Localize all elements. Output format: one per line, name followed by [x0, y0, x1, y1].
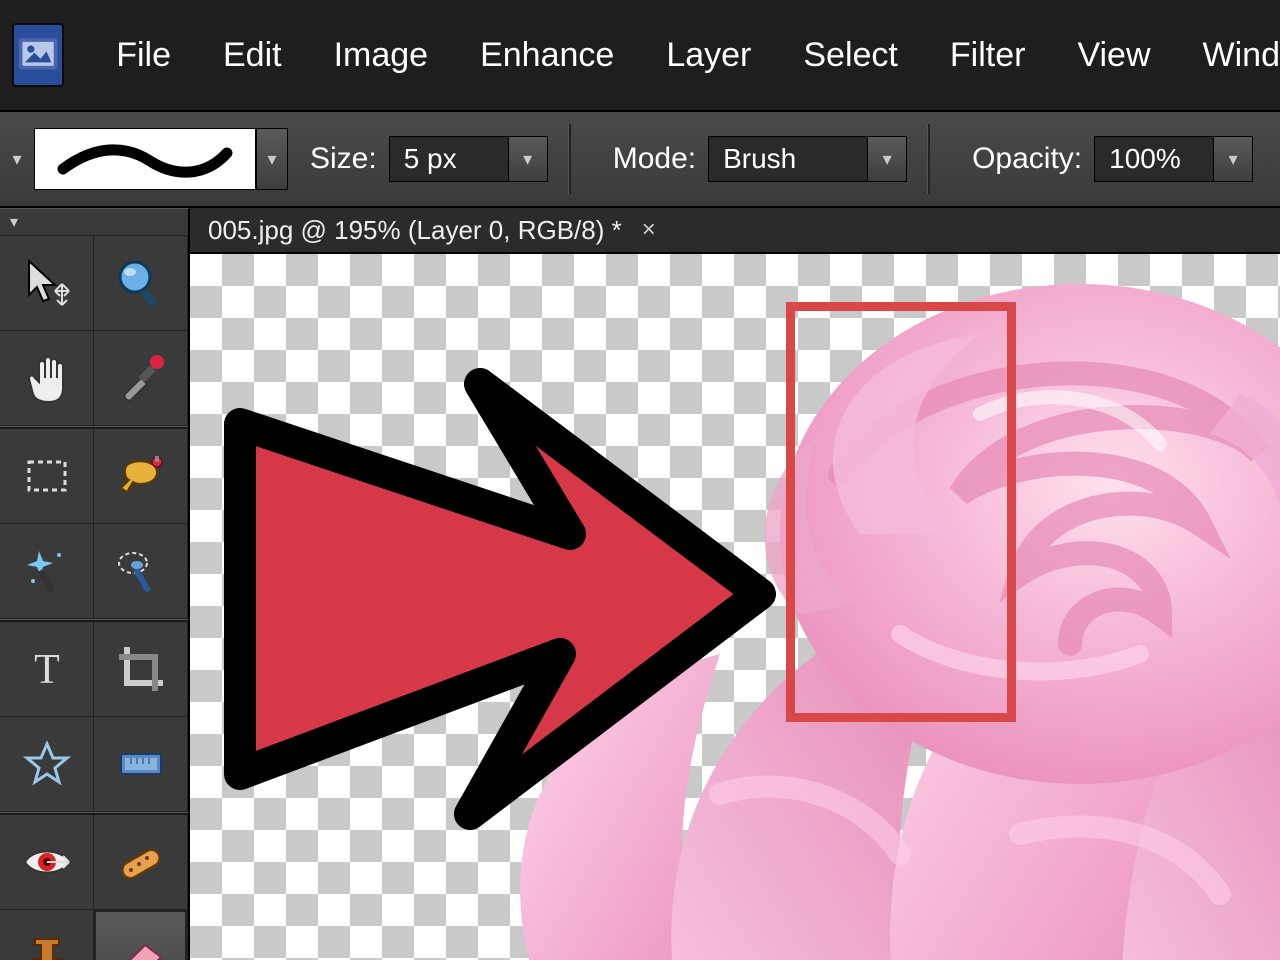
mode-select[interactable]: Brush [708, 136, 868, 182]
svg-text:T: T [34, 647, 60, 693]
quick-selection-tool[interactable] [94, 524, 188, 619]
move-tool[interactable] [0, 236, 94, 331]
annotation-arrow-icon [190, 304, 790, 864]
straighten-tool-icon [113, 736, 169, 792]
divider [927, 124, 930, 194]
marquee-tool[interactable] [0, 429, 94, 524]
size-label: Size: [310, 142, 377, 176]
document-tab[interactable]: 005.jpg @ 195% (Layer 0, RGB/8) * × [190, 208, 680, 252]
size-input[interactable]: 5 px [389, 136, 509, 182]
work-area: ▾ [0, 208, 1280, 960]
opacity-label: Opacity: [972, 142, 1082, 176]
lasso-tool[interactable] [94, 429, 188, 524]
mode-dropdown-icon[interactable]: ▾ [868, 136, 907, 182]
clone-stamp-tool[interactable] [0, 910, 94, 960]
mode-label: Mode: [613, 142, 696, 176]
menu-file[interactable]: File [116, 36, 171, 75]
eraser-tool[interactable] [94, 910, 188, 960]
eraser-tool-icon [113, 929, 169, 960]
type-tool[interactable]: T [0, 622, 94, 717]
zoom-tool[interactable] [94, 236, 188, 331]
menu-enhance[interactable]: Enhance [480, 36, 614, 75]
clone-stamp-tool-icon [19, 929, 75, 960]
menu-filter[interactable]: Filter [950, 36, 1026, 75]
healing-brush-tool-icon [113, 834, 169, 890]
size-dropdown-icon[interactable]: ▾ [509, 136, 548, 182]
hand-tool-icon [19, 350, 75, 406]
hand-tool[interactable] [0, 331, 94, 426]
tool-palette: ▾ [0, 208, 190, 960]
brush-preview[interactable] [34, 128, 256, 190]
close-icon[interactable]: × [636, 216, 662, 244]
document-tab-title: 005.jpg @ 195% (Layer 0, RGB/8) * [208, 215, 622, 246]
lasso-tool-icon [113, 448, 169, 504]
brush-preset-dropdown-icon[interactable]: ▾ [256, 128, 288, 190]
document-tab-bar: 005.jpg @ 195% (Layer 0, RGB/8) * × [190, 208, 1280, 254]
healing-brush-tool[interactable] [94, 815, 188, 910]
tool-preset-dropdown-icon[interactable]: ▾ [6, 149, 28, 170]
opacity-dropdown-icon[interactable]: ▾ [1214, 136, 1253, 182]
menu-window[interactable]: Wind [1203, 36, 1280, 75]
magic-wand-tool-icon [19, 543, 75, 599]
eyedropper-tool[interactable] [94, 331, 188, 426]
document-area: 005.jpg @ 195% (Layer 0, RGB/8) * × [190, 208, 1280, 960]
redeye-tool-icon [19, 834, 75, 890]
move-tool-icon [19, 255, 75, 311]
red-eye-tool[interactable] [0, 815, 94, 910]
cookie-cutter-tool-icon [19, 736, 75, 792]
zoom-tool-icon [113, 255, 169, 311]
options-bar: ▾ ▾ Size: 5 px ▾ Mode: Brush ▾ Opacity: … [0, 111, 1280, 208]
menu-bar: File Edit Image Enhance Layer Select Fil… [0, 0, 1280, 111]
crop-tool-icon [113, 641, 169, 697]
app-icon [12, 23, 64, 87]
cookie-cutter-tool[interactable] [0, 717, 94, 812]
menu-edit[interactable]: Edit [223, 36, 282, 75]
menu-layer[interactable]: Layer [666, 36, 751, 75]
marquee-tool-icon [19, 448, 75, 504]
menu-image[interactable]: Image [334, 36, 429, 75]
tool-palette-menu-icon[interactable]: ▾ [0, 209, 188, 236]
type-tool-icon: T [19, 641, 75, 697]
annotation-highlight-box [786, 302, 1016, 722]
menu-view[interactable]: View [1077, 36, 1150, 75]
menu-select[interactable]: Select [803, 36, 898, 75]
eyedropper-tool-icon [113, 350, 169, 406]
magic-wand-tool[interactable] [0, 524, 94, 619]
straighten-tool[interactable] [94, 717, 188, 812]
canvas[interactable] [190, 254, 1280, 960]
divider [568, 124, 571, 194]
opacity-input[interactable]: 100% [1094, 136, 1214, 182]
quick-selection-tool-icon [113, 543, 169, 599]
crop-tool[interactable] [94, 622, 188, 717]
